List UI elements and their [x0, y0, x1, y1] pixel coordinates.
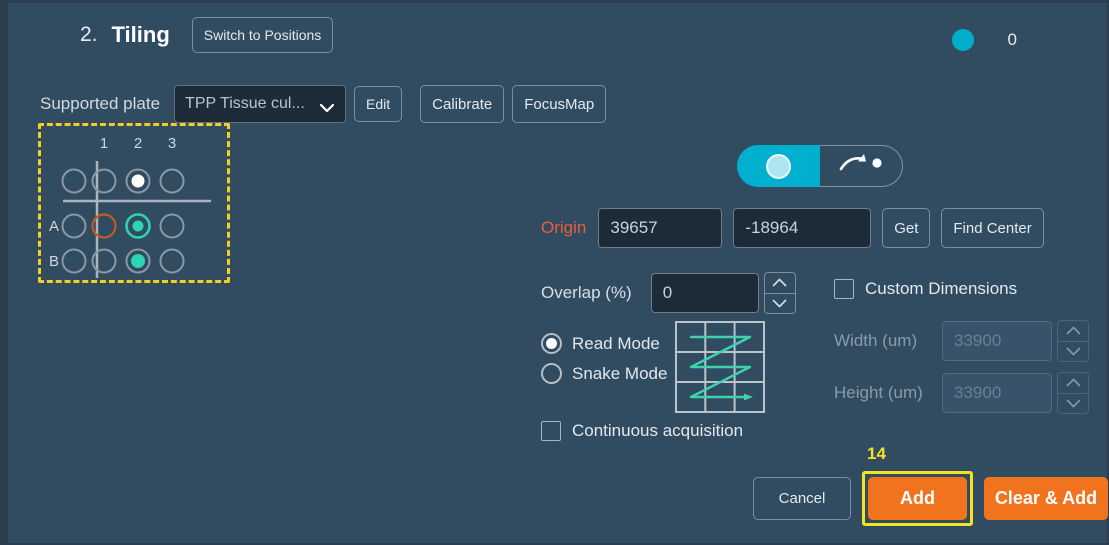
- col-header-1: 1: [100, 135, 108, 152]
- continuous-acquisition-checkbox[interactable]: [541, 421, 561, 441]
- row-header-B: B: [49, 253, 59, 270]
- supported-plate-select[interactable]: TPP Tissue cul...: [174, 85, 346, 123]
- read-mode-option[interactable]: Read Mode: [541, 333, 667, 354]
- highlight-badge: 14: [867, 444, 886, 464]
- width-increment-icon[interactable]: [1057, 320, 1089, 341]
- width-stepper[interactable]: [1057, 320, 1089, 362]
- plate-well-grid[interactable]: 1 2 3 A B: [38, 123, 230, 283]
- dialog-actions: Cancel 14 Add Clear & Add: [753, 471, 1108, 526]
- overlap-input[interactable]: [651, 273, 759, 313]
- width-input[interactable]: [942, 321, 1052, 361]
- snake-mode-label: Snake Mode: [572, 364, 667, 384]
- snake-mode-option[interactable]: Snake Mode: [541, 363, 667, 384]
- toggle-option-center[interactable]: [737, 145, 820, 187]
- origin-label: Origin: [541, 218, 586, 238]
- arrow-to-point-icon: [836, 153, 886, 180]
- overlap-row: Overlap (%): [541, 272, 796, 314]
- origin-y-input[interactable]: [733, 208, 871, 248]
- custom-dimensions-row[interactable]: Custom Dimensions: [834, 279, 1017, 299]
- continuous-acquisition-label: Continuous acquisition: [572, 421, 743, 441]
- supported-plate-label: Supported plate: [40, 94, 160, 114]
- acquisition-count: 0: [952, 29, 1017, 51]
- get-origin-button[interactable]: Get: [882, 208, 930, 248]
- add-button-highlight: 14 Add: [862, 471, 973, 526]
- row-header-A: A: [49, 218, 59, 235]
- height-increment-icon[interactable]: [1057, 372, 1089, 393]
- scan-mode-group: Read Mode Snake Mode: [541, 333, 667, 393]
- read-mode-radio[interactable]: [541, 333, 562, 354]
- origin-x-input[interactable]: [598, 208, 722, 248]
- calibrate-button[interactable]: Calibrate: [420, 85, 504, 123]
- status-dot-icon: [952, 29, 974, 51]
- overlap-decrement-icon[interactable]: [764, 293, 796, 315]
- custom-dimensions-checkbox[interactable]: [834, 279, 854, 299]
- chevron-down-icon: [320, 100, 334, 109]
- step-number: 2.: [80, 23, 98, 47]
- continuous-acquisition-row[interactable]: Continuous acquisition: [541, 421, 743, 441]
- switch-to-positions-button[interactable]: Switch to Positions: [192, 17, 334, 53]
- add-button[interactable]: Add: [868, 477, 967, 520]
- col-header-2: 2: [134, 135, 142, 152]
- height-input[interactable]: [942, 373, 1052, 413]
- scan-pattern-preview: [675, 321, 765, 418]
- supported-plate-selected-value: TPP Tissue cul...: [185, 95, 305, 113]
- edit-plate-button[interactable]: Edit: [354, 86, 402, 122]
- snake-mode-radio[interactable]: [541, 363, 562, 384]
- clear-and-add-button[interactable]: Clear & Add: [984, 477, 1108, 520]
- overlap-stepper[interactable]: [764, 272, 796, 314]
- width-row: Width (um): [834, 320, 1089, 362]
- tiling-dialog: 2. Tiling Switch to Positions 0 Supporte…: [0, 0, 1109, 545]
- height-decrement-icon[interactable]: [1057, 393, 1089, 415]
- toggle-option-move[interactable]: [820, 145, 904, 187]
- count-value: 0: [1008, 30, 1017, 50]
- page-title: Tiling: [112, 22, 170, 48]
- overlap-increment-icon[interactable]: [764, 272, 796, 293]
- cancel-button[interactable]: Cancel: [753, 477, 851, 520]
- focusmap-button[interactable]: FocusMap: [512, 85, 606, 123]
- col-header-3: 3: [168, 135, 176, 152]
- custom-dimensions-label: Custom Dimensions: [865, 279, 1017, 299]
- origin-row: Origin Get Find Center: [541, 208, 1044, 248]
- supported-plate-row: Supported plate TPP Tissue cul... Edit C…: [40, 85, 606, 123]
- origin-mode-toggle[interactable]: [737, 145, 903, 187]
- width-label: Width (um): [834, 331, 942, 351]
- read-mode-label: Read Mode: [572, 334, 660, 354]
- height-label: Height (um): [834, 383, 942, 403]
- width-decrement-icon[interactable]: [1057, 341, 1089, 363]
- overlap-label: Overlap (%): [541, 283, 632, 303]
- height-row: Height (um): [834, 372, 1089, 414]
- find-center-button[interactable]: Find Center: [941, 208, 1043, 248]
- center-circle-icon: [766, 154, 791, 179]
- plate-grid-svg: 1 2 3 A B: [41, 126, 227, 280]
- height-stepper[interactable]: [1057, 372, 1089, 414]
- dialog-header: 2. Tiling Switch to Positions: [80, 17, 333, 53]
